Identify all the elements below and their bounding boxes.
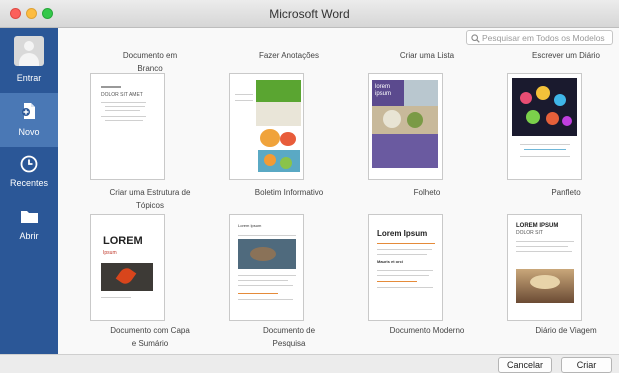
template-thumb-newsletter[interactable] <box>229 73 304 180</box>
template-label-blank: Documento em Branco <box>122 51 178 73</box>
template-thumb-cover[interactable]: LOREM Ipsum <box>90 214 165 321</box>
template-thumb-outline[interactable]: DOLOR SIT AMET <box>90 73 165 180</box>
sidebar-item-label: Recentes <box>9 178 49 188</box>
template-label-flyer: Panfleto <box>551 188 581 197</box>
sidebar-item-label: Entrar <box>16 73 42 83</box>
cancel-button[interactable]: Cancelar <box>498 357 552 373</box>
template-label-brochure: Folheto <box>413 188 441 197</box>
window-title: Microsoft Word <box>269 7 350 21</box>
template-label-journal: Escrever um Diário <box>531 51 600 60</box>
template-label-outline: Criar uma Estrutura de Tópicos <box>109 188 191 210</box>
modern-thumb-section: Mauris et orci <box>377 259 404 264</box>
template-label-modern: Documento Moderno <box>389 326 465 335</box>
sidebar-item-label: Novo <box>18 127 40 137</box>
sidebar-item-label: Abrir <box>19 231 39 241</box>
search-placeholder: Pesquisar em Todos os Modelos <box>482 33 605 43</box>
modern-thumb-title: Lorem Ipsum <box>377 229 428 238</box>
template-label-travel: Diário de Viagem <box>535 326 597 335</box>
sidebar-item-entrar[interactable]: Entrar <box>0 28 58 93</box>
sidebar-item-abrir[interactable]: Abrir <box>0 202 58 254</box>
word-template-gallery-window: Microsoft Word Entrar Novo Recentes Abri… <box>0 0 619 373</box>
footer-bar: Cancelar Criar <box>0 354 619 373</box>
template-label-research: Documento de Pesquisa <box>262 326 316 348</box>
template-thumb-research[interactable]: Lorem Ipsum <box>229 214 304 321</box>
new-document-icon <box>22 103 35 119</box>
travel-thumb-subtitle: DOLOR SIT <box>516 230 543 236</box>
template-thumb-journal[interactable] <box>507 73 582 180</box>
template-label-newsletter: Boletim Informativo <box>254 188 324 197</box>
folder-icon <box>21 211 38 223</box>
search-icon <box>471 34 480 43</box>
template-label-notes: Fazer Anotações <box>258 51 320 60</box>
travel-thumb-title: LOREM IPSUM <box>516 223 559 229</box>
search-input[interactable]: Pesquisar em Todos os Modelos <box>466 30 613 45</box>
template-thumb-travel[interactable]: LOREM IPSUM DOLOR SIT <box>507 214 582 321</box>
template-thumb-list[interactable]: lorem ipsum <box>368 73 443 180</box>
template-gallery: Pesquisar em Todos os Modelos Documento … <box>58 28 619 354</box>
cover-thumb-title: LOREM <box>103 235 143 247</box>
research-thumb-title: Lorem Ipsum <box>238 223 262 228</box>
outline-thumb-title: DOLOR SIT AMET <box>101 92 143 98</box>
template-label-cover: Documento com Capa e Sumário <box>110 326 190 348</box>
clock-icon <box>20 155 38 173</box>
create-button[interactable]: Criar <box>561 357 612 373</box>
sidebar-item-recentes[interactable]: Recentes <box>0 147 58 202</box>
title-bar: Microsoft Word <box>0 0 619 28</box>
template-thumb-modern[interactable]: Lorem Ipsum Mauris et orci <box>368 214 443 321</box>
cover-thumb-subtitle: Ipsum <box>103 250 117 256</box>
user-icon <box>14 36 44 66</box>
list-thumb-title: lorem ipsum <box>375 84 392 97</box>
sidebar-item-novo[interactable]: Novo <box>0 93 58 147</box>
sidebar: Entrar Novo Recentes Abrir <box>0 28 58 354</box>
template-label-list: Criar uma Lista <box>399 51 455 60</box>
